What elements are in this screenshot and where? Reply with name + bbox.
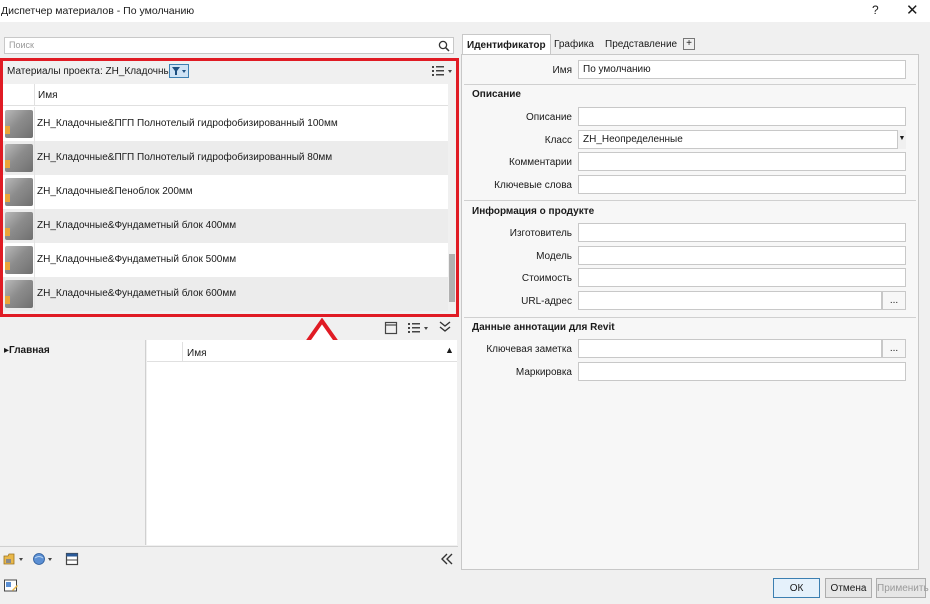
tab-appearance[interactable]: Представление — [601, 34, 681, 54]
url-label: URL-адрес — [521, 296, 572, 307]
section-revit: Данные аннотации для Revit — [472, 322, 615, 333]
panel-toggle-icon[interactable] — [384, 321, 398, 335]
window-title: Диспетчер материалов - По умолчанию — [1, 5, 195, 17]
manufacturer-field[interactable] — [578, 223, 906, 242]
help-button[interactable]: ? — [872, 3, 879, 17]
ok-button[interactable]: ОК — [773, 578, 820, 598]
assets-column-name[interactable]: Имя — [187, 348, 206, 359]
search-placeholder: Поиск — [9, 40, 34, 50]
column-divider — [182, 342, 183, 362]
model-field[interactable] — [578, 246, 906, 265]
library-assets: Имя ▲ — [147, 340, 457, 545]
tree-item-home[interactable]: ▸Главная — [4, 345, 50, 356]
close-button[interactable]: ✕ — [906, 1, 919, 19]
tree-item-label: Главная — [9, 345, 50, 356]
keywords-field[interactable] — [578, 175, 906, 194]
tab-label: Графика — [554, 39, 594, 50]
cancel-button[interactable]: Отмена — [825, 578, 872, 598]
divider — [464, 84, 916, 85]
name-field[interactable]: По умолчанию — [578, 60, 906, 79]
description-label: Описание — [525, 112, 572, 123]
chevron-down-icon[interactable]: ▼ — [897, 130, 906, 149]
mark-label: Маркировка — [515, 367, 572, 378]
tab-identity[interactable]: Идентификатор — [462, 34, 551, 54]
panel-layout-icon[interactable] — [65, 552, 79, 566]
section-product: Информация о продукте — [472, 206, 595, 217]
bottom-toolbar — [0, 546, 458, 570]
library-tree: ▸Главная — [0, 340, 146, 545]
highlight-box — [0, 58, 459, 317]
apply-button[interactable]: Применить — [876, 578, 929, 598]
keynote-browse-button[interactable]: ... — [882, 339, 906, 358]
tab-label: Представление — [605, 39, 678, 50]
collapse-left-icon[interactable] — [440, 553, 454, 565]
mark-field[interactable] — [578, 362, 906, 381]
asset-library-icon[interactable] — [32, 552, 56, 566]
comments-field[interactable] — [578, 152, 906, 171]
properties-panel: Имя По умолчанию Описание Описание Класс… — [461, 54, 919, 570]
create-material-icon[interactable] — [3, 552, 27, 566]
search-input[interactable]: Поиск — [4, 37, 454, 54]
description-field[interactable] — [578, 107, 906, 126]
class-label: Класс — [544, 135, 572, 146]
keynote-field[interactable] — [578, 339, 882, 358]
divider — [464, 317, 916, 318]
keynote-label: Ключевая заметка — [486, 344, 572, 355]
assets-header: Имя ▲ — [147, 342, 457, 362]
tab-label: Идентификатор — [467, 40, 546, 51]
url-field[interactable] — [578, 291, 882, 310]
collapse-down-icon[interactable] — [438, 320, 452, 334]
section-description: Описание — [472, 89, 521, 100]
name-label: Имя — [552, 65, 572, 76]
model-label: Модель — [536, 251, 572, 262]
url-browse-button[interactable]: ... — [882, 291, 906, 310]
comments-label: Комментарии — [509, 157, 572, 168]
tab-graphics[interactable]: Графика — [550, 34, 598, 54]
search-icon[interactable] — [438, 40, 450, 52]
divider — [464, 200, 916, 201]
keywords-label: Ключевые слова — [494, 180, 572, 191]
cost-label: Стоимость — [521, 273, 572, 284]
add-tab-button[interactable]: + — [683, 38, 695, 50]
class-select[interactable]: ZH_Неопределенные — [578, 130, 906, 149]
material-browser-icon[interactable] — [3, 578, 19, 594]
list-view-icon[interactable] — [406, 321, 430, 335]
cost-field[interactable] — [578, 268, 906, 287]
sort-arrow-icon[interactable]: ▲ — [445, 345, 454, 355]
title-bar: Диспетчер материалов - По умолчанию ? ✕ — [0, 0, 930, 22]
class-value: ZH_Неопределенные — [583, 134, 683, 145]
manufacturer-label: Изготовитель — [509, 228, 572, 239]
library-toolbar — [0, 318, 458, 338]
tab-bar: Идентификатор Графика Представление + — [461, 34, 921, 54]
